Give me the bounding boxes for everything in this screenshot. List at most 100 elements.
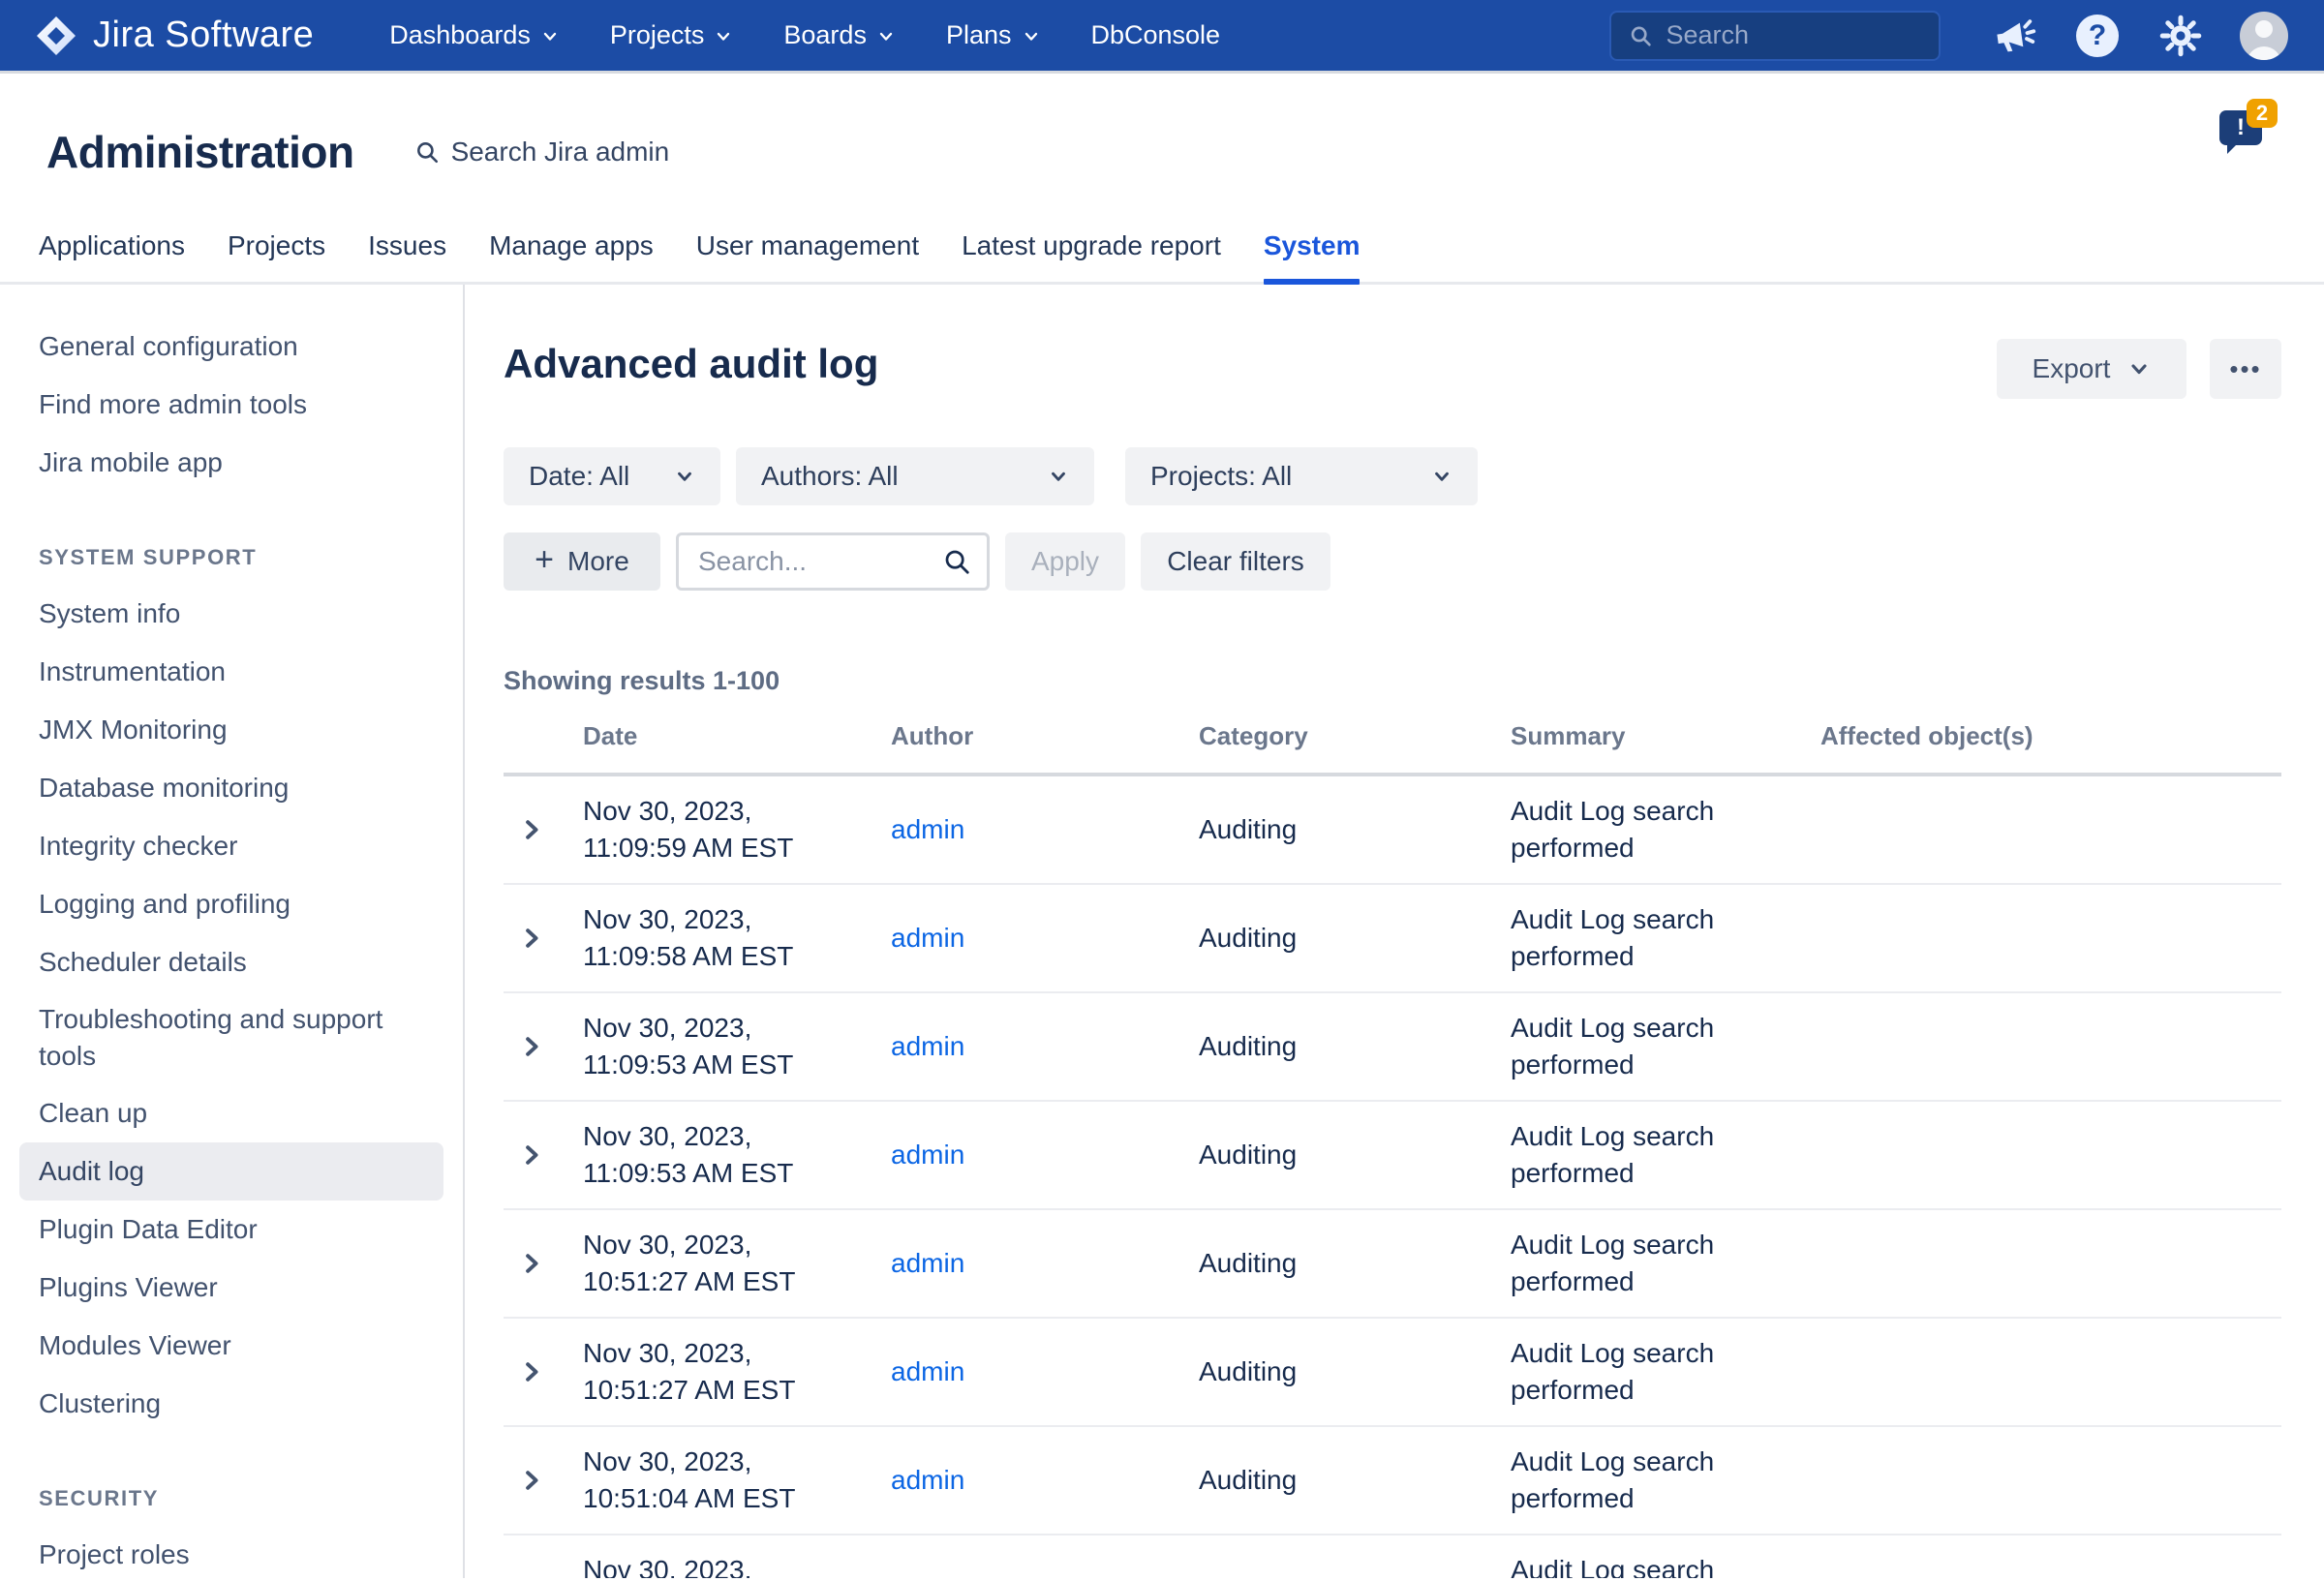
sidebar-item-system-info[interactable]: System info [19, 585, 443, 643]
admin-search[interactable]: Search Jira admin [414, 137, 670, 167]
expand-row-button[interactable] [504, 1251, 583, 1276]
chevron-right-icon [519, 1576, 544, 1578]
plus-icon: + [535, 541, 554, 579]
sidebar-item-database-monitoring[interactable]: Database monitoring [19, 759, 443, 817]
sidebar-item-jmx-monitoring[interactable]: JMX Monitoring [19, 701, 443, 759]
search-icon [414, 139, 440, 165]
search-icon [1629, 22, 1652, 49]
sidebar-item-find-more-admin-tools[interactable]: Find more admin tools [19, 376, 443, 434]
sidebar-item-clean-up[interactable]: Clean up [19, 1084, 443, 1142]
table-body: Nov 30, 2023,11:09:59 AM ESTadminAuditin… [504, 776, 2281, 1578]
chevron-down-icon [540, 27, 560, 46]
projects-filter-dropdown[interactable]: Projects: All [1125, 447, 1478, 505]
table-row: Nov 30, 2023,10:51:27 AM ESTadminAuditin… [504, 1210, 2281, 1319]
expand-row-button[interactable] [504, 1359, 583, 1384]
author-link[interactable]: admin [891, 1356, 964, 1386]
cell-author: admin [891, 1137, 1199, 1173]
announcements-button[interactable] [1989, 11, 2039, 61]
tab-issues[interactable]: Issues [368, 230, 446, 282]
nav-item-boards[interactable]: Boards [783, 20, 896, 50]
sidebar-item-modules-viewer[interactable]: Modules Viewer [19, 1317, 443, 1375]
tab-applications[interactable]: Applications [39, 230, 185, 282]
help-button[interactable]: ? [2072, 11, 2123, 61]
filter-search-input[interactable] [698, 546, 933, 577]
cell-summary: Audit Log search performed [1511, 1335, 1820, 1409]
settings-button[interactable] [2156, 11, 2206, 61]
cell-date: Nov 30, 2023,10:51:04 AM EST [583, 1552, 891, 1578]
apply-button[interactable]: Apply [1005, 532, 1125, 591]
sidebar-item-logging-and-profiling[interactable]: Logging and profiling [19, 875, 443, 933]
clear-filters-button[interactable]: Clear filters [1141, 532, 1330, 591]
sidebar-section-security: SECURITY [19, 1477, 443, 1520]
table-row: Nov 30, 2023,10:51:04 AM ESTadminAuditin… [504, 1427, 2281, 1535]
table-row: Nov 30, 2023,10:51:04 AM ESTadminAuditin… [504, 1535, 2281, 1578]
author-link[interactable]: admin [891, 1248, 964, 1278]
nav-item-dbconsole[interactable]: DbConsole [1091, 20, 1221, 50]
more-filters-button[interactable]: + More [504, 532, 660, 591]
chevron-down-icon [876, 27, 896, 46]
authors-filter-dropdown[interactable]: Authors: All [736, 447, 1094, 505]
sidebar-item-scheduler-details[interactable]: Scheduler details [19, 933, 443, 991]
cell-author: admin [891, 811, 1199, 848]
nav-item-plans[interactable]: Plans [946, 20, 1041, 50]
expand-row-button[interactable] [504, 817, 583, 842]
author-link[interactable]: admin [891, 1140, 964, 1170]
sidebar-item-troubleshooting-and-support-tools[interactable]: Troubleshooting and support tools [19, 991, 443, 1084]
author-link[interactable]: admin [891, 1573, 964, 1578]
cell-category: Auditing [1199, 920, 1511, 957]
sidebar-item-integrity-checker[interactable]: Integrity checker [19, 817, 443, 875]
export-button[interactable]: Export [1997, 339, 2186, 399]
author-link[interactable]: admin [891, 1465, 964, 1495]
expand-row-button[interactable] [504, 1142, 583, 1168]
sidebar-item-plugin-data-editor[interactable]: Plugin Data Editor [19, 1201, 443, 1259]
expand-row-button[interactable] [504, 1576, 583, 1578]
nav-item-dashboards[interactable]: Dashboards [389, 20, 560, 50]
sidebar-item-clustering[interactable]: Clustering [19, 1375, 443, 1433]
date-filter-dropdown[interactable]: Date: All [504, 447, 720, 505]
author-link[interactable]: admin [891, 923, 964, 953]
cell-category: Auditing [1199, 1137, 1511, 1173]
tab-projects[interactable]: Projects [228, 230, 325, 282]
nav-item-projects[interactable]: Projects [610, 20, 734, 50]
sidebar-item-audit-log[interactable]: Audit log [19, 1142, 443, 1201]
results-summary: Showing results 1-100 [504, 666, 2281, 696]
jira-logo[interactable]: Jira Software [35, 15, 314, 57]
search-icon[interactable] [942, 547, 971, 576]
chevron-right-icon [519, 1359, 544, 1384]
expand-row-button[interactable] [504, 1468, 583, 1493]
admin-header: Administration Search Jira admin ! 2 [0, 74, 2324, 230]
sidebar-item-general-configuration[interactable]: General configuration [19, 318, 443, 376]
sidebar-item-project-roles[interactable]: Project roles [19, 1526, 443, 1578]
sidebar-item-plugins-viewer[interactable]: Plugins Viewer [19, 1259, 443, 1317]
table-header-row: DateAuthorCategorySummaryAffected object… [504, 721, 2281, 776]
cell-author: admin [891, 1462, 1199, 1499]
expand-row-button[interactable] [504, 926, 583, 951]
cell-summary: Audit Log search performed [1511, 1444, 1820, 1517]
chevron-down-icon [2127, 357, 2151, 380]
expand-row-button[interactable] [504, 1034, 583, 1059]
tab-system[interactable]: System [1264, 230, 1361, 282]
tab-manage-apps[interactable]: Manage apps [489, 230, 654, 282]
tab-latest-upgrade-report[interactable]: Latest upgrade report [962, 230, 1221, 282]
author-link[interactable]: admin [891, 1031, 964, 1061]
author-link[interactable]: admin [891, 814, 964, 844]
notifications-button[interactable]: ! 2 [2219, 105, 2274, 153]
sidebar-item-jira-mobile-app[interactable]: Jira mobile app [19, 434, 443, 492]
profile-button[interactable] [2239, 11, 2289, 61]
chevron-down-icon [714, 27, 733, 46]
column-header-expand [504, 721, 583, 751]
apply-label: Apply [1031, 546, 1099, 577]
ellipsis-icon: ••• [2229, 354, 2261, 384]
column-header-summary: Summary [1511, 721, 1820, 751]
avatar [2240, 12, 2288, 60]
sidebar-item-instrumentation[interactable]: Instrumentation [19, 643, 443, 701]
tab-user-management[interactable]: User management [696, 230, 919, 282]
chevron-right-icon [519, 1468, 544, 1493]
table-row: Nov 30, 2023,11:09:53 AM ESTadminAuditin… [504, 993, 2281, 1102]
global-search-input[interactable] [1666, 20, 1921, 50]
more-actions-button[interactable]: ••• [2210, 339, 2281, 399]
chevron-down-icon [674, 466, 695, 487]
global-search[interactable] [1609, 11, 1941, 61]
chevron-down-icon [1048, 466, 1069, 487]
sidebar-section-system-support: SYSTEM SUPPORT [19, 536, 443, 579]
